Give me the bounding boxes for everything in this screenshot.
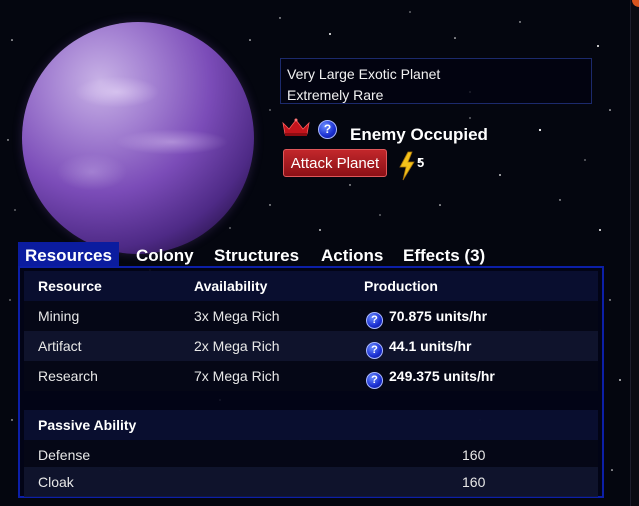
column-header-production: Production bbox=[364, 278, 438, 294]
resource-production: ? 70.875 units/hr bbox=[366, 301, 487, 331]
table-row: Cloak 160 bbox=[24, 467, 598, 497]
tab-colony[interactable]: Colony bbox=[136, 242, 194, 268]
question-icon[interactable]: ? bbox=[366, 372, 383, 389]
production-value: 70.875 units/hr bbox=[389, 308, 488, 324]
resource-name: Mining bbox=[38, 308, 80, 324]
passive-value: 160 bbox=[462, 447, 486, 463]
passive-ability-header: Passive Ability bbox=[38, 417, 137, 433]
planet-image bbox=[22, 22, 254, 254]
table-row: Artifact 2x Mega Rich ? 44.1 units/hr bbox=[24, 331, 598, 361]
crown-icon bbox=[282, 118, 310, 136]
passive-header-row: Passive Ability bbox=[24, 410, 598, 440]
resource-availability: 2x Mega Rich bbox=[194, 338, 280, 354]
energy-cost: 5 bbox=[417, 155, 425, 170]
table-row: Mining 3x Mega Rich ? 70.875 units/hr bbox=[24, 301, 598, 331]
tab-actions[interactable]: Actions bbox=[321, 242, 383, 268]
planet-size-type: Very Large Exotic Planet bbox=[287, 66, 441, 82]
resources-panel: Resource Availability Production Mining … bbox=[18, 266, 604, 498]
resource-name: Research bbox=[38, 368, 98, 384]
passive-name: Defense bbox=[38, 447, 91, 463]
resource-availability: 7x Mega Rich bbox=[194, 368, 280, 384]
table-row: Research 7x Mega Rich ? 249.375 units/hr bbox=[24, 361, 598, 391]
resource-name: Artifact bbox=[38, 338, 82, 354]
lightning-bolt-icon bbox=[399, 151, 415, 181]
planet-rarity: Extremely Rare bbox=[287, 87, 384, 103]
resources-header-row: Resource Availability Production bbox=[24, 271, 598, 301]
column-header-availability: Availability bbox=[194, 278, 268, 294]
attack-planet-button[interactable]: Attack Planet bbox=[283, 149, 387, 177]
tab-structures[interactable]: Structures bbox=[214, 242, 299, 268]
planet-status: Enemy Occupied bbox=[350, 125, 488, 144]
planet-info-box: Very Large Exotic Planet Extremely Rare bbox=[280, 58, 592, 104]
scrollbar[interactable] bbox=[630, 0, 639, 506]
resource-availability: 3x Mega Rich bbox=[194, 308, 280, 324]
tab-resources[interactable]: Resources bbox=[18, 242, 119, 268]
resource-production: ? 44.1 units/hr bbox=[366, 331, 471, 361]
passive-value: 160 bbox=[462, 474, 486, 490]
table-row: Defense 160 bbox=[24, 440, 598, 470]
passive-name: Cloak bbox=[38, 474, 74, 490]
production-value: 249.375 units/hr bbox=[389, 368, 495, 384]
column-header-resource: Resource bbox=[38, 278, 102, 294]
production-value: 44.1 units/hr bbox=[389, 338, 472, 354]
question-icon[interactable]: ? bbox=[366, 312, 383, 329]
resource-production: ? 249.375 units/hr bbox=[366, 361, 495, 391]
tab-effects[interactable]: Effects (3) bbox=[403, 242, 485, 268]
question-icon[interactable]: ? bbox=[318, 120, 337, 139]
question-icon[interactable]: ? bbox=[366, 342, 383, 359]
